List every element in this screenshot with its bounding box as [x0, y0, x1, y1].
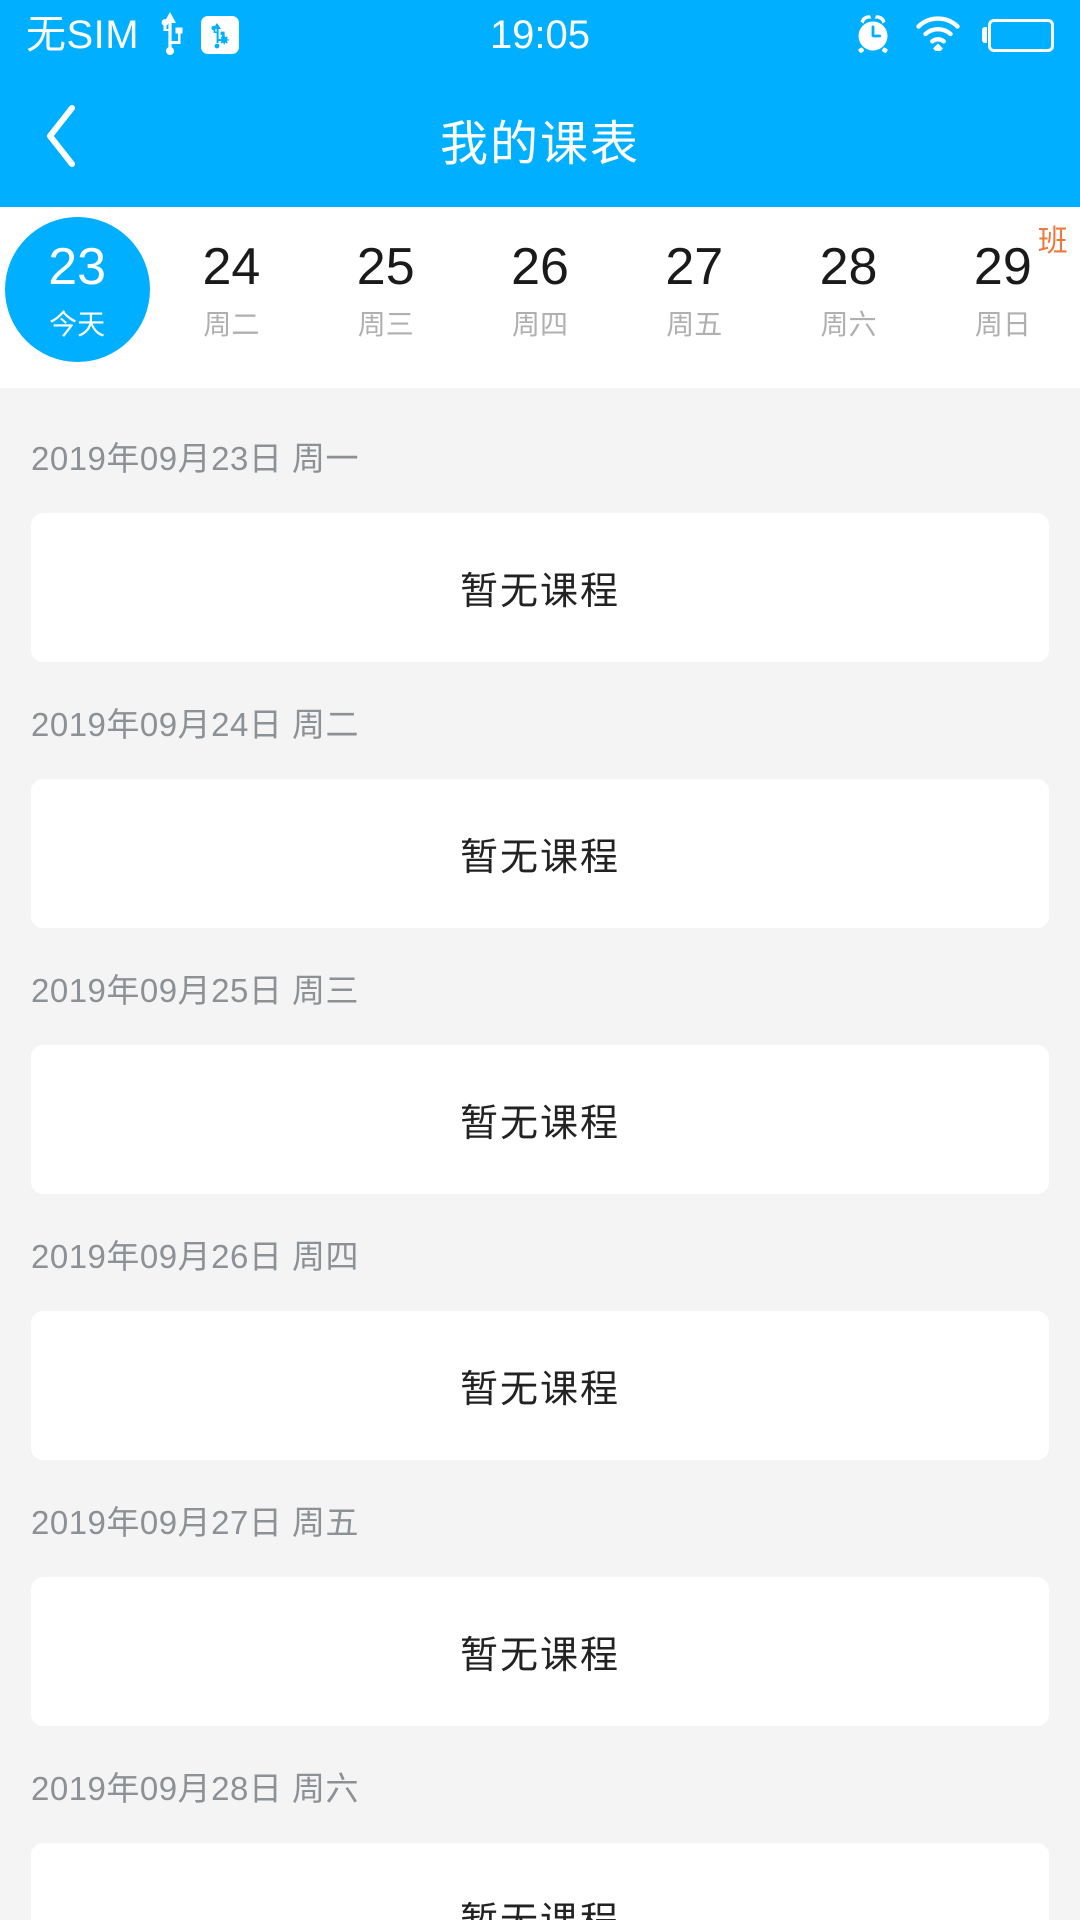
usb-icon — [155, 11, 185, 60]
day-block: 2019年09月23日 周一 暂无课程 — [0, 396, 1080, 662]
class-badge: 班 — [1038, 227, 1068, 257]
date-cell-27[interactable]: 27 周五 — [617, 217, 771, 372]
date-cell-29[interactable]: 29班 周日 — [926, 217, 1080, 372]
date-weekday: 周三 — [358, 311, 414, 339]
course-card-text: 暂无课程 — [460, 1890, 620, 1920]
date-number: 24 — [203, 241, 261, 293]
app-screen: 无SIM — [0, 0, 1080, 1920]
course-card-text: 暂无课程 — [460, 826, 620, 881]
day-block: 2019年09月26日 周四 暂无课程 — [0, 1194, 1080, 1460]
nav-bar: 我的课表 — [0, 70, 1080, 207]
date-cell-25[interactable]: 25 周三 — [309, 217, 463, 372]
date-weekday: 周四 — [512, 311, 568, 339]
day-header: 2019年09月26日 周四 — [31, 1194, 1049, 1311]
course-card-text: 暂无课程 — [460, 1624, 620, 1679]
date-number: 28 — [820, 241, 878, 293]
course-card[interactable]: 暂无课程 — [31, 779, 1049, 928]
day-header: 2019年09月24日 周二 — [31, 662, 1049, 779]
schedule-list[interactable]: 2019年09月23日 周一 暂无课程 2019年09月24日 周二 暂无课程 … — [0, 388, 1080, 1920]
date-cell-24[interactable]: 24 周二 — [154, 217, 308, 372]
day-block: 2019年09月25日 周三 暂无课程 — [0, 928, 1080, 1194]
day-header: 2019年09月25日 周三 — [31, 928, 1049, 1045]
day-block: 2019年09月27日 周五 暂无课程 — [0, 1460, 1080, 1726]
battery-icon — [982, 19, 1054, 52]
course-card[interactable]: 暂无课程 — [31, 1311, 1049, 1460]
date-cell-23[interactable]: 23 今天 — [0, 217, 154, 372]
course-card-text: 暂无课程 — [460, 1358, 620, 1413]
day-header: 2019年09月27日 周五 — [31, 1460, 1049, 1577]
course-card[interactable]: 暂无课程 — [31, 1577, 1049, 1726]
day-header: 2019年09月28日 周六 — [31, 1726, 1049, 1843]
date-weekday: 周六 — [821, 311, 877, 339]
course-card-text: 暂无课程 — [460, 560, 620, 615]
page-title: 我的课表 — [0, 104, 1080, 174]
date-number: 27 — [665, 241, 723, 293]
date-weekday: 周五 — [666, 311, 722, 339]
date-number: 29班 — [974, 241, 1032, 293]
date-cell-26[interactable]: 26 周四 — [463, 217, 617, 372]
date-weekday: 周二 — [203, 311, 259, 339]
alarm-icon — [852, 12, 894, 59]
date-weekday: 周日 — [975, 311, 1031, 339]
day-block: 2019年09月28日 周六 暂无课程 — [0, 1726, 1080, 1920]
status-bar-left: 无SIM — [26, 11, 239, 60]
back-button[interactable] — [18, 95, 106, 183]
course-card-text: 暂无课程 — [460, 1092, 620, 1147]
course-card[interactable]: 暂无课程 — [31, 513, 1049, 662]
wifi-icon — [914, 15, 962, 56]
usb-debug-icon — [201, 16, 239, 54]
date-number: 26 — [511, 241, 569, 293]
date-weekday: 今天 — [49, 311, 105, 339]
date-cell-28[interactable]: 28 周六 — [771, 217, 925, 372]
date-strip[interactable]: 23 今天 24 周二 25 周三 26 周四 27 周 — [0, 207, 1080, 388]
status-bar-right — [852, 12, 1054, 59]
chevron-left-icon — [42, 102, 82, 175]
day-block: 2019年09月24日 周二 暂无课程 — [0, 662, 1080, 928]
date-number: 25 — [357, 241, 415, 293]
course-card[interactable]: 暂无课程 — [31, 1843, 1049, 1920]
day-header: 2019年09月23日 周一 — [31, 396, 1049, 513]
course-card[interactable]: 暂无课程 — [31, 1045, 1049, 1194]
carrier-label: 无SIM — [26, 15, 139, 55]
status-bar: 无SIM — [0, 0, 1080, 70]
date-number: 23 — [48, 241, 106, 293]
